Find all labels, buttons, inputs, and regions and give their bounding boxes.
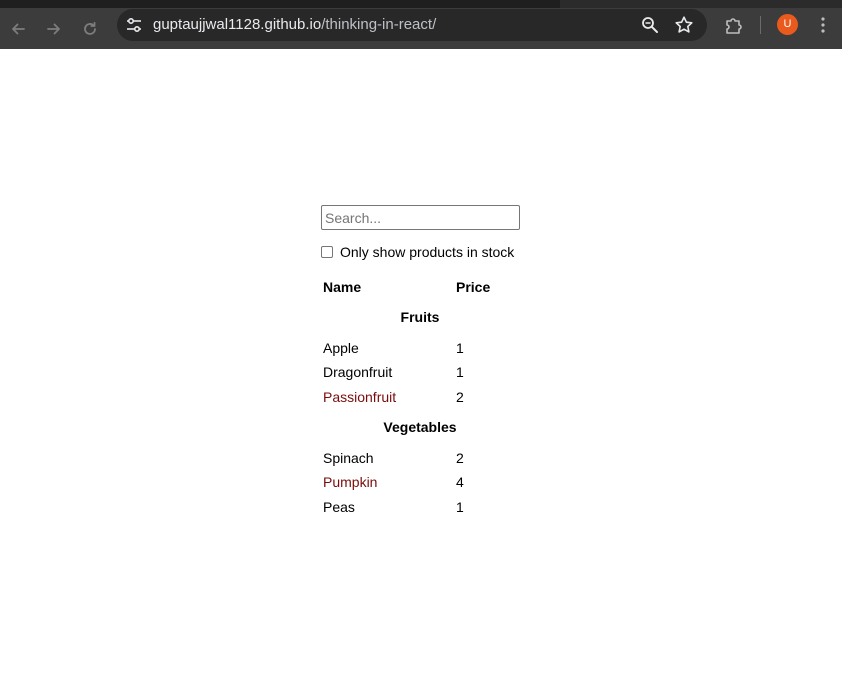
back-button[interactable] (3, 14, 33, 44)
category-row-vegetables: Vegetables (383, 419, 457, 435)
tab-strip-edge (560, 0, 842, 8)
product-name-out-of-stock: Pumpkin (323, 474, 378, 490)
product-price: 1 (456, 364, 464, 380)
product-price: 2 (456, 389, 464, 405)
bookmark-star-icon[interactable] (674, 15, 694, 35)
in-stock-filter[interactable]: Only show products in stock (321, 243, 514, 261)
product-price: 2 (456, 450, 464, 466)
product-name: Apple (323, 340, 359, 356)
price-column-header: Price (456, 279, 491, 295)
search-input[interactable] (321, 205, 520, 230)
product-price: 1 (456, 499, 464, 515)
url-host: guptaujjwal1128.github.io (153, 16, 322, 33)
extensions-icon[interactable] (723, 14, 745, 36)
site-settings-icon[interactable] (125, 16, 143, 34)
zoom-icon[interactable] (641, 16, 659, 34)
reload-icon (84, 21, 96, 35)
tab-strip (0, 0, 842, 8)
category-row-fruits: Fruits (400, 309, 440, 325)
product-price: 4 (456, 474, 464, 490)
address-bar[interactable]: guptaujjwal1128.github.io/thinking-in-re… (117, 9, 707, 41)
forward-button[interactable] (39, 14, 69, 44)
browser-toolbar: guptaujjwal1128.github.io/thinking-in-re… (0, 8, 842, 49)
profile-avatar[interactable]: U (777, 14, 798, 35)
product-name: Peas (323, 499, 355, 515)
product-price: 1 (456, 340, 464, 356)
in-stock-checkbox[interactable] (321, 246, 333, 258)
product-name: Spinach (323, 450, 374, 466)
in-stock-label: Only show products in stock (340, 244, 515, 260)
product-name-out-of-stock: Passionfruit (323, 389, 397, 405)
product-name: Dragonfruit (323, 364, 393, 380)
back-arrow-icon (12, 23, 25, 35)
reload-button[interactable] (75, 14, 105, 44)
url-text[interactable]: guptaujjwal1128.github.io/thinking-in-re… (153, 17, 436, 33)
toolbar-divider (760, 16, 761, 34)
forward-arrow-icon (47, 23, 60, 35)
more-menu-icon[interactable] (815, 15, 831, 35)
url-path: /thinking-in-react/ (321, 16, 437, 33)
name-column-header: Name (323, 279, 362, 295)
